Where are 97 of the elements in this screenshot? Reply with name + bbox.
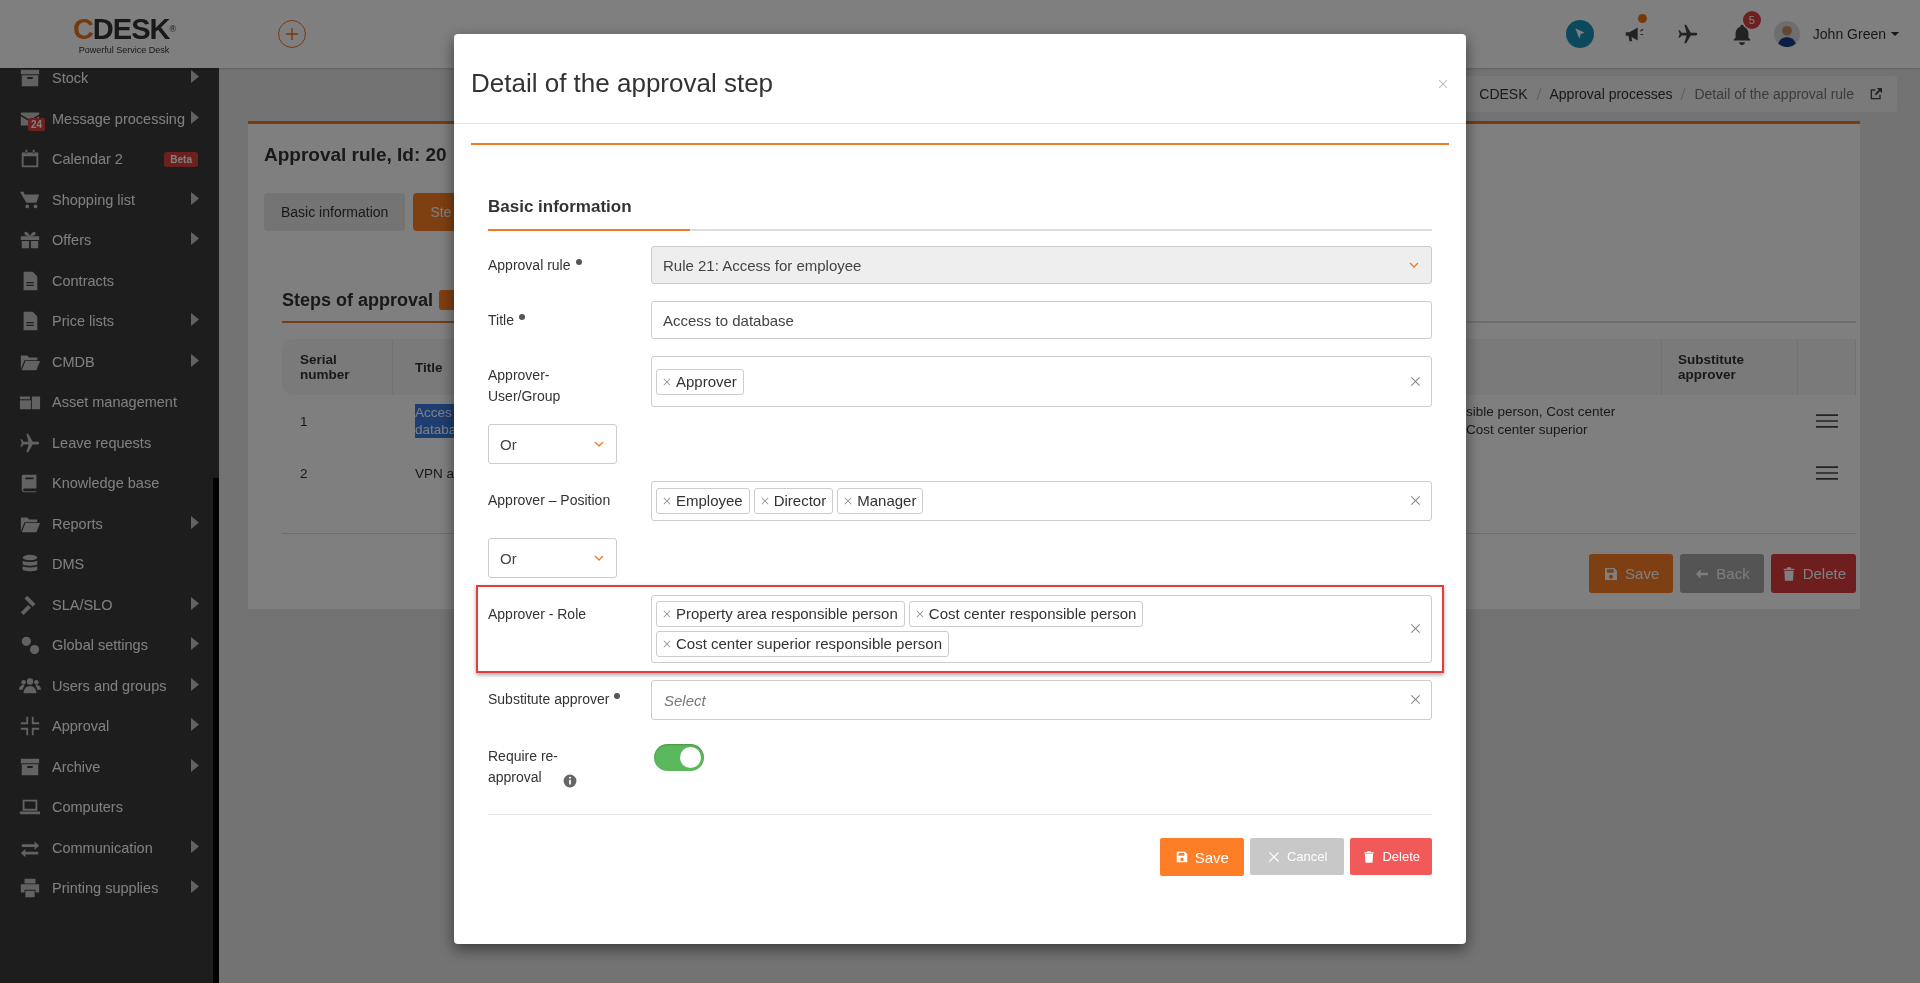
avatar-icon: [1773, 21, 1800, 47]
save-icon: [1174, 850, 1189, 864]
remove-icon: [662, 496, 672, 506]
sidebar-item[interactable]: Global settings: [0, 625, 213, 666]
field-label: Substitute approver: [488, 691, 610, 707]
multi-select-field[interactable]: Property area responsible person Cost center responsible person Cost center superior responsible person: [651, 595, 1432, 663]
menu-icon: [1816, 411, 1838, 431]
sidebar-item[interactable]: Offers: [0, 220, 213, 261]
tag[interactable]: Approver: [656, 368, 744, 395]
multi-select-field[interactable]: Select: [651, 680, 1432, 720]
sidebar-item[interactable]: Knowledge base: [0, 463, 213, 504]
logo-text: CDESK$^{®}$: [72, 13, 176, 44]
breadcrumb-link[interactable]: CDESK: [1479, 86, 1528, 102]
close-button[interactable]: [1437, 77, 1449, 90]
title-field[interactable]: Access to database: [651, 301, 1432, 339]
printer-icon: [18, 877, 42, 900]
field-label: Approver-User/Group: [488, 367, 561, 404]
sidebar-item[interactable]: CMDB: [0, 341, 213, 382]
airplane-icon: [18, 431, 42, 454]
caret-icon: [1890, 29, 1900, 39]
close-icon: [1437, 77, 1449, 90]
sidebar-item[interactable]: Communication: [0, 827, 213, 868]
save-button[interactable]: Save: [1159, 838, 1244, 876]
menu-icon: [1816, 463, 1838, 483]
multi-select-field[interactable]: Employee Director Manager: [651, 481, 1432, 521]
toggle-switch[interactable]: [654, 744, 704, 771]
clear-icon: [1409, 693, 1422, 706]
operator-dropdown[interactable]: Or: [488, 538, 617, 578]
field-label: Approver - Role: [488, 606, 587, 622]
sidebar-item[interactable]: Asset management: [0, 382, 213, 423]
remove-icon: [843, 496, 854, 506]
delete-button[interactable]: Delete: [1350, 838, 1432, 875]
sidebar-item[interactable]: Computers: [0, 787, 213, 828]
tag[interactable]: Manager: [837, 488, 924, 514]
clear-icon: [1409, 374, 1422, 388]
remove-icon: [662, 639, 672, 649]
airplane-icon: [1676, 23, 1699, 45]
save-icon: [1603, 565, 1620, 582]
field-label: Require re-approval: [488, 747, 559, 787]
sidebar-item[interactable]: 24 Message processing: [0, 98, 213, 139]
count-badge: 24: [28, 117, 46, 131]
tag[interactable]: Property area responsible person: [656, 601, 905, 627]
breadcrumb-separator: [1680, 87, 1687, 101]
operator-dropdown[interactable]: Or: [488, 424, 617, 464]
record-title: Approval rule, Id: 20: [264, 144, 448, 166]
column-header: Substitute approver: [1662, 339, 1798, 395]
tag[interactable]: Director: [753, 488, 834, 514]
section-title: Basic information: [488, 197, 633, 218]
remove-icon: [662, 609, 672, 619]
notification-count: 5: [1742, 11, 1761, 29]
sidebar-item[interactable]: Contracts: [0, 260, 213, 301]
remove-icon: [914, 609, 925, 619]
cursor-icon: [1572, 27, 1587, 41]
table-cell-text: 2: [299, 464, 309, 483]
trash-icon: [1362, 849, 1377, 864]
field-label: Title: [488, 312, 514, 328]
plus-icon: [284, 26, 300, 42]
breadcrumb-separator: [1535, 87, 1542, 101]
modal-title: Detail of the approval step: [471, 68, 774, 99]
sidebar-item[interactable]: Approval: [0, 706, 213, 747]
clear-icon: [1409, 494, 1422, 507]
compress-icon: [18, 715, 42, 738]
user-menu[interactable]: John Green: [1812, 26, 1900, 42]
beta-badge: Beta: [164, 151, 198, 167]
table-cell: VPN a: [415, 465, 455, 481]
sidebar-item[interactable]: SLA/SLO: [0, 584, 213, 625]
field-label: Approval rule: [488, 257, 571, 273]
sidebar-item[interactable]: DMS: [0, 544, 213, 585]
pointer-button[interactable]: [1565, 20, 1594, 48]
table-cell-text: sible person, Cost center Cost center superior: [1466, 403, 1617, 439]
sidebar-item[interactable]: Stock: [0, 68, 213, 99]
table-cell-text: 1: [299, 412, 309, 431]
column-header: Serial number: [282, 339, 393, 395]
sidebar-item[interactable]: Leave requests: [0, 422, 213, 463]
sidebar-item[interactable]: Printing supplies: [0, 868, 213, 909]
external-link-icon: [1868, 86, 1884, 102]
tag[interactable]: Employee: [656, 488, 750, 514]
sidebar-item[interactable]: Reports: [0, 503, 213, 544]
sidebar-item[interactable]: Archive: [0, 746, 213, 787]
notification-dot: [1637, 14, 1647, 23]
remove-icon: [759, 496, 770, 506]
multi-select-field[interactable]: Approver: [651, 356, 1432, 407]
tag[interactable]: Cost center responsible person: [908, 601, 1144, 627]
breadcrumb-link[interactable]: Approval processes: [1549, 86, 1673, 102]
placeholder-text: Select: [663, 691, 706, 709]
sidebar-item[interactable]: Price lists: [0, 301, 213, 342]
remove-icon: [662, 376, 672, 387]
sidebar-item[interactable]: Calendar 2 Beta: [0, 139, 213, 180]
sidebar-item[interactable]: Users and groups: [0, 665, 213, 706]
field-label: Approver – Position: [488, 492, 611, 508]
section-title: Steps of approval: [282, 289, 434, 311]
delete-button[interactable]: Delete: [1770, 554, 1856, 593]
clear-icon: [1409, 622, 1422, 635]
tag[interactable]: Cost center superior responsible person: [656, 631, 949, 657]
logo-tagline: Powerful Service Desk: [78, 44, 170, 55]
tab[interactable]: Basic information: [264, 193, 406, 231]
sidebar-item[interactable]: Shopping list: [0, 179, 213, 220]
